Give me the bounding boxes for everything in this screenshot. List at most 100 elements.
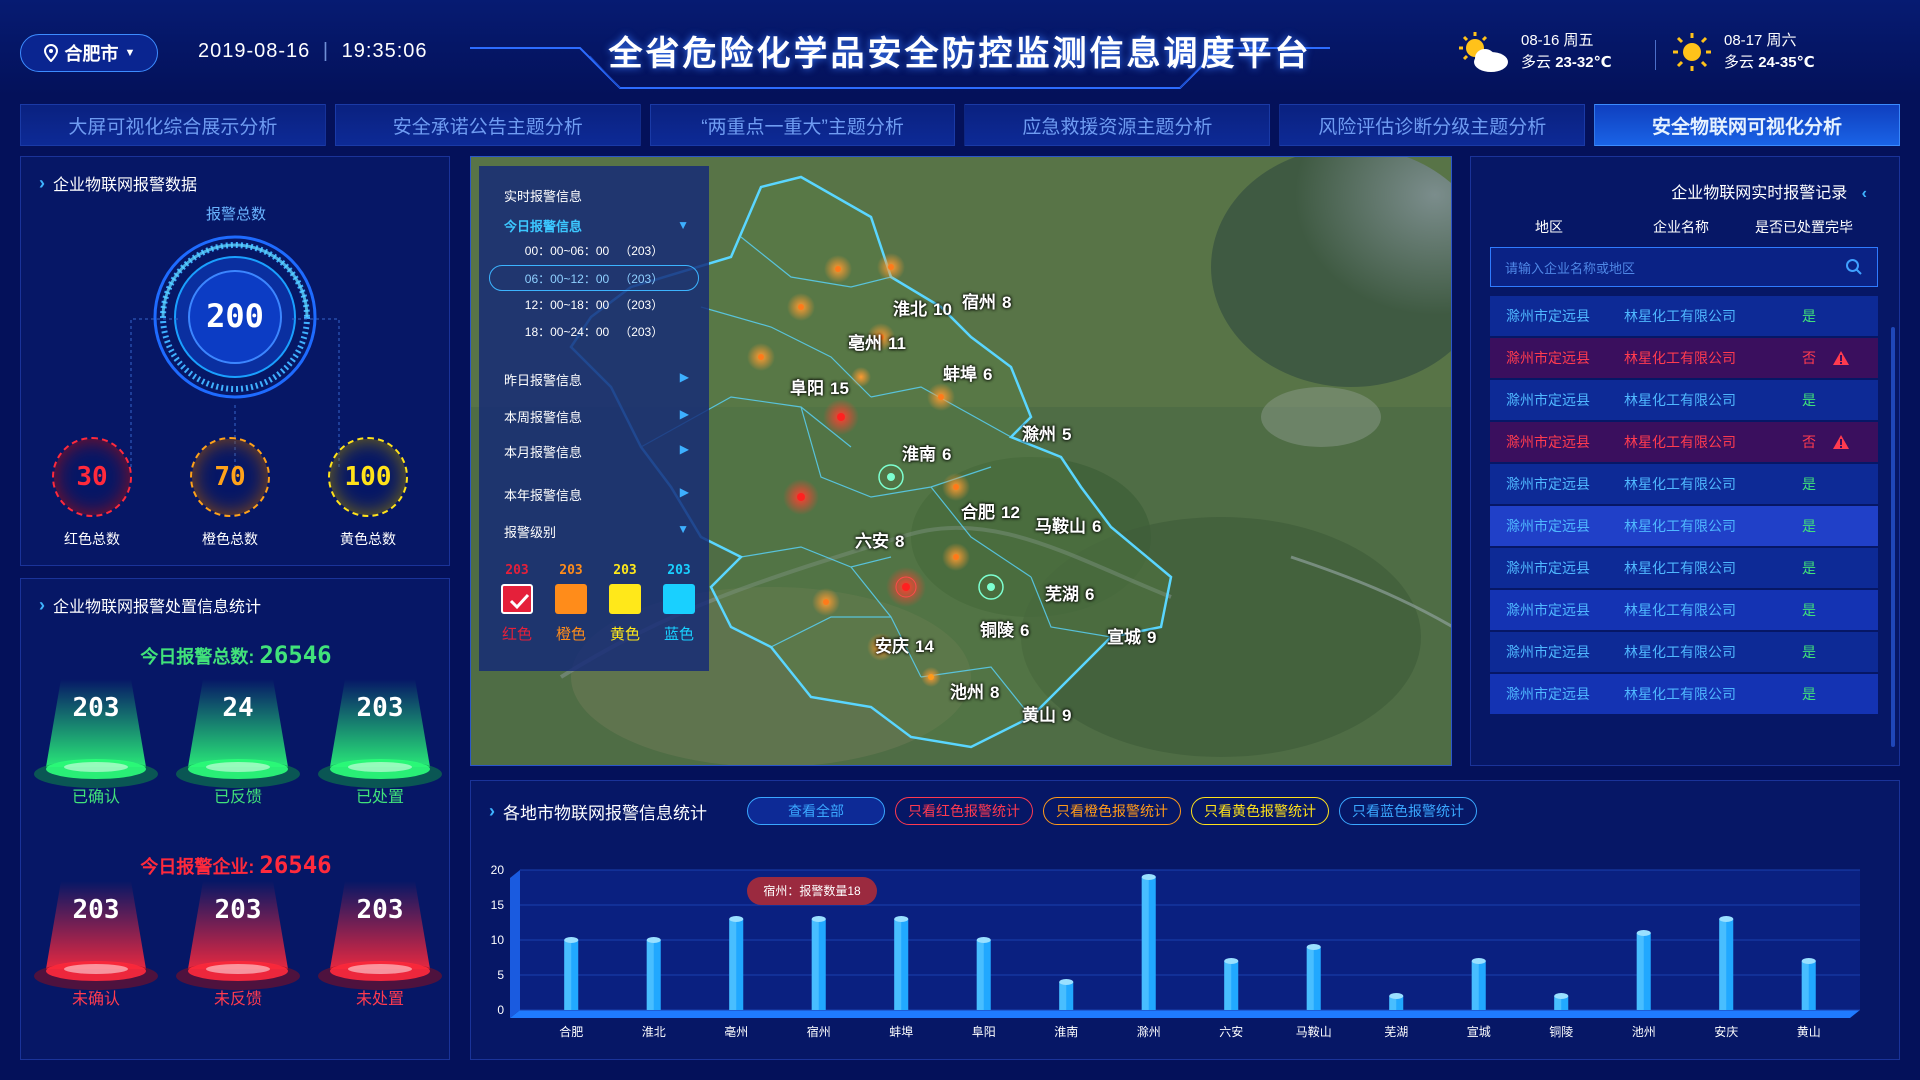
record-row[interactable]: 滁州市定远县 林星化工有限公司 是 xyxy=(1490,632,1878,672)
yesterday-alarm-item[interactable]: 昨日报警信息 xyxy=(504,370,582,389)
record-done: 是 xyxy=(1802,392,1816,408)
x-tick-label: 蚌埠 xyxy=(889,1025,913,1039)
realtime-alarm-item[interactable]: 实时报警信息 xyxy=(504,186,582,205)
record-row[interactable]: 滁州市定远县 林星化工有限公司 是 xyxy=(1490,548,1878,588)
filter-button-4[interactable]: 只看蓝色报警统计 xyxy=(1339,797,1477,825)
red-label-1: 未反馈 xyxy=(213,991,262,1008)
search-icon[interactable] xyxy=(1845,258,1863,276)
month-alarm-item[interactable]: 本月报警信息 xyxy=(504,442,582,461)
filter-button-0[interactable]: 查看全部 xyxy=(747,797,885,825)
chevron-down-icon: ▼ xyxy=(124,47,136,59)
map-city-name: 铜陵 xyxy=(980,621,1014,640)
map-city-label[interactable]: 阜阳 15 xyxy=(790,374,849,399)
filter-group: 查看全部 只看红色报警统计 只看橙色报警统计 只看黄色报警统计 只看蓝色报警统计 xyxy=(747,797,1477,825)
map-city-label[interactable]: 蚌埠 6 xyxy=(943,360,992,385)
tab-risk-assessment[interactable]: 风险评估诊断分级主题分析 xyxy=(1279,104,1586,146)
map-city-count: 9 xyxy=(1147,628,1157,647)
bar-highlight xyxy=(1224,961,1232,1010)
red-count-2: 203 xyxy=(356,895,404,925)
filter-button-1[interactable]: 只看红色报警统计 xyxy=(895,797,1033,825)
time-text: 19:35:06 xyxy=(341,40,428,62)
map-city-name: 宣城 xyxy=(1107,628,1141,647)
x-tick-label: 安庆 xyxy=(1714,1024,1738,1039)
record-row[interactable]: 滁州市定远县 林星化工有限公司 是 xyxy=(1490,380,1878,420)
time-slot-2[interactable]: 12：00~18：00 （203） xyxy=(489,292,699,318)
tab-safety-commitment[interactable]: 安全承诺公告主题分析 xyxy=(334,104,641,146)
map-city-label[interactable]: 滁州 5 xyxy=(1022,420,1071,445)
map-city-count: 11 xyxy=(888,334,906,353)
level-count-1: 203 xyxy=(559,563,583,578)
alarm-level-item[interactable]: 报警级别 xyxy=(504,522,556,541)
bar-cap xyxy=(976,937,991,943)
map-city-label[interactable]: 淮北 10 xyxy=(893,295,952,320)
record-row[interactable]: 滁州市定远县 林星化工有限公司 否 xyxy=(1490,422,1878,462)
bar-highlight xyxy=(1471,961,1479,1010)
red-total-ring: 30 xyxy=(52,437,132,517)
time-slot-3[interactable]: 18：00~24：00 （203） xyxy=(489,319,699,345)
y-axis-wall xyxy=(510,870,520,1018)
map-city-label[interactable]: 池州 8 xyxy=(950,678,999,703)
level-count-2: 203 xyxy=(613,563,637,578)
time-slot-0[interactable]: 00：00~06：00 （203） xyxy=(489,238,699,264)
record-row[interactable]: 滁州市定远县 林星化工有限公司 是 xyxy=(1490,590,1878,630)
record-done-cell: 是 xyxy=(1790,684,1878,704)
tab-overview[interactable]: 大屏可视化综合展示分析 xyxy=(20,104,326,146)
city-select[interactable]: 合肥市 ▼ xyxy=(20,34,158,72)
map-city-label[interactable]: 宿州 8 xyxy=(962,288,1011,313)
chevron-right-icon: › xyxy=(39,172,45,193)
tab-emergency-resources[interactable]: 应急救援资源主题分析 xyxy=(964,104,1271,146)
year-alarm-item[interactable]: 本年报警信息 xyxy=(504,485,582,504)
scrollbar[interactable] xyxy=(1891,327,1895,747)
record-search[interactable]: 请输入企业名称或地区 xyxy=(1490,247,1878,287)
today-alarm-item[interactable]: 今日报警信息 xyxy=(504,216,582,235)
chart-tooltip: 宿州：报警数量18 xyxy=(747,877,877,905)
map-city-count: 9 xyxy=(1062,706,1072,725)
map-city-label[interactable]: 亳州 11 xyxy=(848,329,906,354)
bar-cap xyxy=(1141,874,1156,880)
green-count-2: 203 xyxy=(356,693,404,723)
chevron-left-icon[interactable]: ‹ xyxy=(1862,185,1867,202)
record-row[interactable]: 滁州市定远县 林星化工有限公司 否 xyxy=(1490,338,1878,378)
filter-button-3[interactable]: 只看黄色报警统计 xyxy=(1191,797,1329,825)
tab-iot-visualization[interactable]: 安全物联网可视化分析 xyxy=(1594,104,1900,146)
map-city-label[interactable]: 黄山 9 xyxy=(1022,701,1071,726)
level-checkbox-3[interactable] xyxy=(663,584,695,614)
bar-cap xyxy=(1471,958,1486,964)
map-city-label[interactable]: 铜陵 6 xyxy=(980,616,1029,641)
record-row[interactable]: 滁州市定远县 林星化工有限公司 是 xyxy=(1490,464,1878,504)
weather-today-temp: 23-32℃ xyxy=(1555,54,1612,71)
map-city-name: 合肥 xyxy=(961,503,995,522)
time-slot-1[interactable]: 06：00~12：00 （203） xyxy=(489,265,699,291)
record-row[interactable]: 滁州市定远县 林星化工有限公司 是 xyxy=(1490,296,1878,336)
map-city-name: 淮南 xyxy=(902,445,936,464)
bar-cap xyxy=(564,937,579,943)
bar-cap xyxy=(1719,916,1734,922)
green-count-0: 203 xyxy=(72,693,120,723)
level-checkbox-2[interactable] xyxy=(609,584,641,614)
level-checkbox-0[interactable] xyxy=(501,584,533,614)
map-city-label[interactable]: 宣城 9 xyxy=(1107,623,1156,648)
map-city-label[interactable]: 芜湖 6 xyxy=(1045,580,1094,605)
today-total-label: 今日报警总数: xyxy=(140,647,255,667)
y-tick-label: 5 xyxy=(497,968,504,982)
red-count-0: 203 xyxy=(72,895,120,925)
tab-two-key-one-major[interactable]: “两重点一重大”主题分析 xyxy=(649,104,956,146)
alarm-data-panel: › 企业物联网报警数据 报警总数 200 30 红色总数 70 橙色总数 100… xyxy=(20,156,450,566)
location-pin-icon xyxy=(43,44,58,62)
datetime: 2019-08-16 | 19:35:06 xyxy=(198,40,428,62)
map-city-name: 滁州 xyxy=(1022,425,1056,444)
record-done-cell: 是 xyxy=(1790,474,1878,494)
record-row[interactable]: 滁州市定远县 林星化工有限公司 是 xyxy=(1490,674,1878,714)
search-input[interactable]: 请输入企业名称或地区 xyxy=(1505,258,1635,277)
week-alarm-item[interactable]: 本周报警信息 xyxy=(504,407,582,426)
map-city-label[interactable]: 淮南 6 xyxy=(902,440,951,465)
map-city-label[interactable]: 安庆 14 xyxy=(875,632,934,657)
chevron-down-icon: ▼ xyxy=(677,218,689,232)
record-row[interactable]: 滁州市定远县 林星化工有限公司 是 xyxy=(1490,506,1878,546)
filter-button-2[interactable]: 只看橙色报警统计 xyxy=(1043,797,1181,825)
level-checkbox-1[interactable] xyxy=(555,584,587,614)
x-tick-label: 淮南 xyxy=(1054,1024,1078,1039)
map-city-label[interactable]: 六安 8 xyxy=(855,527,904,552)
map-city-label[interactable]: 马鞍山 6 xyxy=(1035,512,1101,537)
map-city-label[interactable]: 合肥 12 xyxy=(961,498,1020,523)
